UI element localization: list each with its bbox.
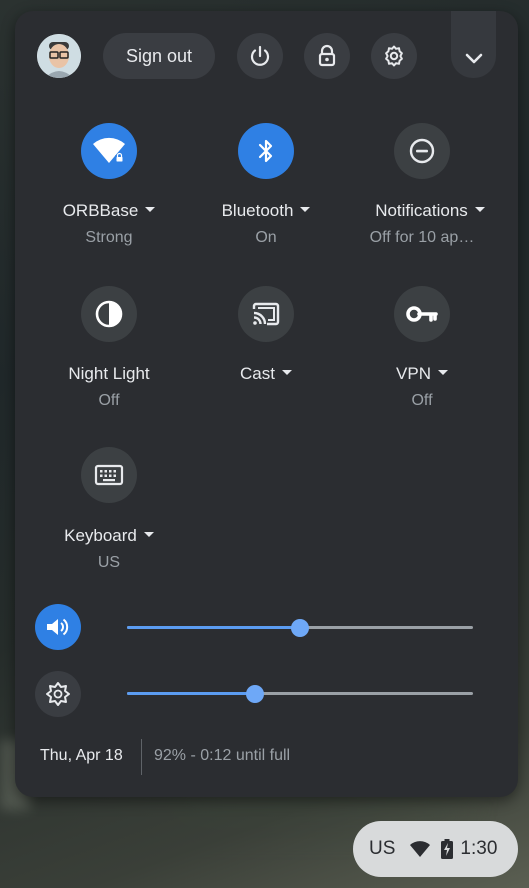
vpn-status: Off: [411, 392, 433, 409]
lock-icon: [318, 44, 336, 67]
keyboard-icon: [94, 464, 124, 486]
brightness-slider[interactable]: [127, 684, 473, 703]
clock-time: 1:30: [460, 838, 498, 859]
volume-slider[interactable]: [127, 618, 473, 637]
ime-indicator: US: [369, 838, 396, 859]
chevron-down-icon: [465, 53, 482, 64]
user-avatar[interactable]: [37, 34, 81, 78]
status-tray[interactable]: US 1:30: [353, 821, 518, 877]
wifi-icon: [93, 137, 125, 163]
bluetooth-status: On: [255, 229, 277, 246]
night-light-toggle[interactable]: [81, 286, 137, 342]
dropdown-caret-icon: [143, 532, 154, 538]
wifi-icon: [410, 841, 431, 857]
wifi-status: Strong: [85, 229, 133, 246]
collapse-button[interactable]: [451, 11, 496, 78]
keyboard-toggle[interactable]: [81, 447, 137, 503]
volume-slider-thumb[interactable]: [291, 618, 309, 637]
dropdown-caret-icon: [300, 207, 311, 213]
power-button[interactable]: [237, 33, 283, 79]
cast-toggle[interactable]: [238, 286, 294, 342]
notifications-label[interactable]: Notifications: [355, 201, 505, 221]
volume-mute-button[interactable]: [35, 604, 81, 650]
brightness-icon: [46, 682, 70, 706]
sign-out-button[interactable]: Sign out: [103, 33, 215, 79]
keyboard-label[interactable]: Keyboard: [34, 526, 184, 546]
date-label[interactable]: Thu, Apr 18: [40, 747, 123, 765]
cast-icon: [252, 302, 280, 326]
power-icon: [250, 45, 270, 66]
lock-button[interactable]: [304, 33, 350, 79]
battery-status[interactable]: 92% - 0:12 until full: [154, 747, 290, 765]
footer-divider: [141, 739, 142, 775]
vpn-key-icon: [406, 306, 438, 322]
settings-button[interactable]: [371, 33, 417, 79]
brightness-slider-thumb[interactable]: [246, 684, 265, 703]
bluetooth-icon: [258, 139, 273, 163]
volume-slider-fill: [127, 626, 300, 629]
brightness-button[interactable]: [35, 671, 81, 717]
volume-icon: [47, 618, 69, 636]
bluetooth-label[interactable]: Bluetooth: [191, 201, 341, 221]
battery-charging-icon: [441, 839, 454, 859]
night-light-icon: [95, 300, 123, 328]
gear-icon: [385, 45, 403, 67]
vpn-label[interactable]: VPN: [347, 364, 497, 384]
notifications-status: Off for 10 ap…: [369, 229, 475, 246]
keyboard-layout: US: [97, 554, 121, 571]
do-not-disturb-icon: [409, 138, 435, 164]
bluetooth-toggle[interactable]: [238, 123, 294, 179]
night-light-label[interactable]: Night Light: [34, 364, 184, 384]
dropdown-caret-icon: [437, 370, 448, 376]
dropdown-caret-icon: [474, 207, 485, 213]
dropdown-caret-icon: [145, 207, 156, 213]
wifi-label[interactable]: ORBBase: [34, 201, 184, 221]
notifications-toggle[interactable]: [394, 123, 450, 179]
night-light-status: Off: [98, 392, 120, 409]
dropdown-caret-icon: [281, 370, 292, 376]
wifi-toggle[interactable]: [81, 123, 137, 179]
brightness-slider-fill: [127, 692, 256, 695]
cast-label[interactable]: Cast: [191, 364, 341, 384]
vpn-toggle[interactable]: [394, 286, 450, 342]
